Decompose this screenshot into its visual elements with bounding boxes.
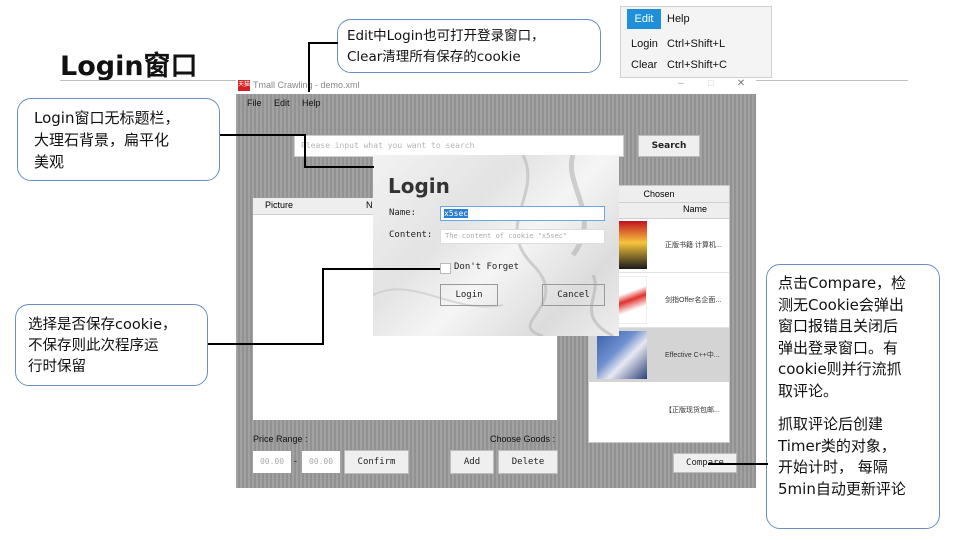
leader-line: [708, 463, 768, 465]
chosen-row-name: 剑指Offer名企面...: [665, 297, 722, 304]
leader-line: [308, 42, 310, 92]
menu-item-login-label: Login: [631, 38, 658, 50]
login-dialog: Login Name: x5sec Content: The content o…: [373, 155, 619, 336]
callout-top: Edit中Login也可打开登录窗口， Clear清理所有保存的cookie: [337, 19, 601, 73]
callout-left-top-line: 美观: [34, 153, 65, 171]
chosen-row-selected[interactable]: Effective C++中...: [589, 328, 729, 382]
callout-right-line: 点击Compare，检: [778, 274, 907, 292]
callout-left-bottom-line: 选择是否保存cookie，: [28, 317, 177, 333]
confirm-button[interactable]: Confirm: [344, 450, 409, 474]
callout-right-line: cookie则并行流抓: [778, 360, 902, 378]
callout-top-line: Edit中Login也可打开登录窗口，: [347, 28, 545, 44]
leader-line: [208, 343, 324, 345]
content-input[interactable]: The content of cookie "x5sec": [440, 229, 605, 244]
callout-left-bottom-line: 不保存则此次程序运: [28, 338, 159, 354]
callout-left-top: Login窗口无标题栏， 大理石背景，扁平化 美观: [17, 98, 220, 181]
remember-label: Don't Forget: [454, 262, 520, 272]
cancel-button[interactable]: Cancel: [542, 284, 605, 306]
callout-right-line: 抓取评论后创建: [778, 415, 884, 433]
callout-right-line: Timer类的对象，: [778, 436, 896, 455]
menu-item-login[interactable]: Login Ctrl+Shift+L: [631, 35, 767, 53]
chosen-row-name: 正版书籍 计算机...: [665, 242, 722, 249]
leader-line: [304, 166, 374, 168]
menu-edit[interactable]: Edit: [274, 98, 290, 108]
leader-line: [220, 134, 305, 136]
maximize-icon[interactable]: □: [704, 78, 718, 94]
chosen-col-name: Name: [683, 204, 708, 214]
results-col-name: N: [366, 200, 373, 210]
leader-line: [304, 134, 306, 168]
callout-top-line: Clear清理所有保存的cookie: [347, 49, 521, 65]
login-button[interactable]: Login: [440, 284, 498, 306]
content-label: Content:: [389, 230, 433, 240]
callout-left-top-line: Login窗口无标题栏，: [34, 109, 180, 127]
search-button[interactable]: Search: [638, 135, 700, 157]
callout-right-line: 取评论。: [778, 381, 839, 400]
results-col-picture: Picture: [265, 200, 294, 210]
book-cover-thumbnail: [597, 331, 647, 379]
leader-line: [322, 268, 440, 270]
callout-right-line: [778, 402, 939, 414]
menu-tab-edit[interactable]: Edit: [627, 9, 661, 29]
menu-item-clear[interactable]: Clear Ctrl+Shift+C: [631, 56, 767, 74]
callout-right-line: 窗口报错且关闭后: [778, 317, 899, 335]
callout-right: 点击Compare，检 测无Cookie会弹出 窗口报错且关闭后 弹出登录窗口。…: [766, 264, 940, 529]
name-label: Name:: [389, 208, 417, 218]
menu-item-login-shortcut: Ctrl+Shift+L: [667, 38, 726, 50]
leader-line: [322, 268, 324, 345]
menu-file[interactable]: File: [247, 98, 262, 108]
price-range-label: Price Range :: [253, 434, 308, 444]
name-input-value: x5sec: [444, 209, 469, 218]
choose-goods-label: Choose Goods :: [490, 434, 556, 444]
menu-bar: File Edit Help: [236, 94, 756, 112]
close-icon[interactable]: ✕: [734, 78, 748, 94]
window-titlebar: 天猫 Tmall Crawling - demo.xml – □ ✕: [236, 78, 756, 94]
callout-left-bottom-line: 行时保留: [28, 359, 86, 375]
menu-tab-help[interactable]: Help: [667, 9, 701, 29]
menu-item-clear-shortcut: Ctrl+Shift+C: [667, 59, 727, 71]
slide-title: Login窗口: [60, 51, 198, 82]
login-title: Login: [388, 174, 450, 198]
add-button[interactable]: Add: [450, 450, 494, 474]
callout-left-top-line: 大理石背景，扁平化: [34, 131, 170, 149]
price-from-input[interactable]: 00.00: [253, 451, 291, 473]
remember-checkbox[interactable]: [440, 263, 451, 274]
callout-right-line: 弹出登录窗口。有: [778, 338, 899, 357]
callout-right-line: 开始计时， 每隔: [778, 458, 888, 476]
chosen-row-name: Effective C++中...: [665, 352, 720, 359]
menu-help[interactable]: Help: [302, 98, 321, 108]
edit-menu-inset: Edit Help Login Ctrl+Shift+L Clear Ctrl+…: [620, 6, 772, 78]
chosen-row[interactable]: 【正版现货包邮...: [589, 383, 729, 437]
delete-button[interactable]: Delete: [498, 450, 558, 474]
minimize-icon[interactable]: –: [674, 78, 688, 94]
leader-line: [308, 42, 338, 44]
chosen-row-name: 【正版现货包邮...: [665, 407, 720, 414]
callout-right-line: 5min自动更新评论: [778, 479, 906, 498]
price-separator: -: [294, 456, 297, 466]
name-input[interactable]: x5sec: [440, 206, 605, 221]
window-title: Tmall Crawling - demo.xml: [253, 80, 360, 90]
callout-right-line: 测无Cookie会弹出: [778, 295, 904, 314]
search-input[interactable]: Please input what you want to search: [294, 135, 624, 157]
callout-left-bottom: 选择是否保存cookie， 不保存则此次程序运 行时保留: [15, 304, 208, 386]
price-to-input[interactable]: 00.00: [302, 451, 340, 473]
menu-item-clear-label: Clear: [631, 59, 658, 71]
app-icon: 天猫: [238, 80, 250, 91]
